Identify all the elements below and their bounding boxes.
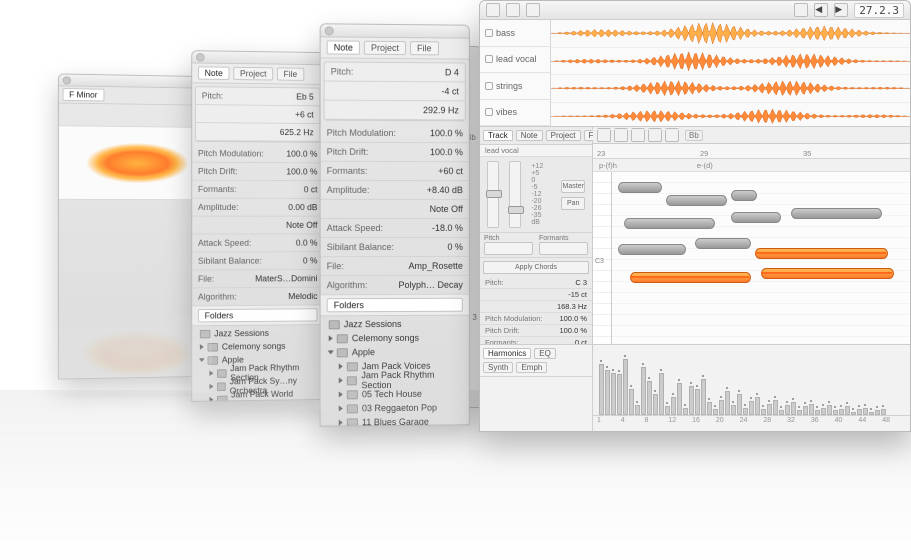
loop-icon[interactable] [794, 3, 808, 17]
tab-file[interactable]: File [410, 41, 438, 55]
note-blob[interactable] [624, 218, 715, 229]
amp-value[interactable]: +8.40 dB [415, 185, 463, 195]
timecode[interactable]: 27.2.3 [854, 3, 904, 18]
select-tool-icon[interactable] [614, 128, 628, 142]
freq-value[interactable]: 292.9 Hz [411, 105, 459, 115]
inspector-tabs: Note Project File [192, 63, 323, 84]
toolmode-icon[interactable] [506, 3, 520, 17]
formants-knob[interactable] [539, 242, 588, 255]
track-bass[interactable]: bass [480, 20, 550, 47]
pitch-knob[interactable] [484, 242, 533, 255]
tab-project[interactable]: Project [364, 41, 406, 55]
tab-track[interactable]: Track [483, 130, 513, 141]
db-scale: +12+50-5-12-20-26-35 dB [531, 161, 551, 228]
inspector-row[interactable]: Pitch:C 3 [480, 277, 592, 289]
tab-project[interactable]: Project [233, 67, 273, 81]
selected-track-label: lead vocal [485, 146, 519, 155]
noteoff-toggle[interactable]: Note Off [415, 204, 463, 214]
pitch-value[interactable]: Eb 5 [268, 92, 313, 102]
note-blob[interactable] [755, 248, 888, 259]
snap-icon[interactable] [526, 3, 540, 17]
track-strings[interactable]: strings [480, 73, 550, 100]
note-blob[interactable] [695, 238, 751, 249]
volume-fader-1[interactable] [487, 161, 499, 228]
cut-tool-icon[interactable] [648, 128, 662, 142]
formants-value[interactable]: +60 ct [415, 166, 463, 176]
tab-note[interactable]: Note [198, 66, 230, 80]
pdrift-value[interactable]: 100.0 % [415, 147, 463, 157]
sibilant-value[interactable]: 0 % [415, 242, 463, 252]
key-display-bb[interactable]: Bb [685, 130, 703, 141]
note-blob[interactable] [618, 244, 686, 255]
play-icon[interactable]: ▶ [834, 3, 848, 17]
lyric-2: e-(d) [697, 161, 713, 170]
freq-value[interactable]: 625.2 Hz [268, 127, 313, 137]
file-name: Amp_Rosette [408, 261, 462, 271]
note-blob[interactable] [666, 195, 728, 206]
note-blob[interactable] [731, 190, 757, 201]
pitch-tool-icon[interactable] [631, 128, 645, 142]
pan-button[interactable]: Pan [561, 197, 584, 210]
cents-value[interactable]: +6 ct [268, 110, 313, 120]
rewind-icon[interactable]: ◀ [814, 3, 828, 17]
pmod-value[interactable]: 100.0 % [415, 128, 463, 138]
key-selector[interactable]: F Minor [63, 88, 104, 101]
main-toolbar: ◀ ▶ 27.2.3 [480, 1, 910, 20]
volume-fader-2[interactable] [509, 161, 521, 228]
note-blob[interactable] [618, 182, 662, 193]
note-blob[interactable] [791, 208, 882, 219]
lyric-1: p-(f)h [599, 161, 617, 170]
arrow-tool-icon[interactable] [597, 128, 611, 142]
pitch-label: Pitch: [331, 67, 354, 77]
tab-note[interactable]: Note [516, 130, 543, 141]
apply-chords-button[interactable]: Apply Chords [483, 261, 589, 274]
tab-file[interactable]: File [277, 67, 304, 80]
attack-value[interactable]: -18.0 % [415, 223, 463, 233]
note-blob[interactable] [630, 272, 751, 283]
track-lead-vocal[interactable]: lead vocal [480, 47, 550, 74]
note-blob[interactable] [731, 212, 781, 223]
tab-project[interactable]: Project [546, 130, 581, 141]
zoom-tool-icon[interactable] [665, 128, 679, 142]
menu-icon[interactable] [486, 3, 500, 17]
master-button[interactable]: Master [561, 180, 584, 193]
track-vibes[interactable]: vibes [480, 100, 550, 127]
tracks-overview: bass lead vocal strings vibes [480, 20, 910, 127]
note-blob[interactable] [761, 268, 894, 279]
time-ruler[interactable]: 232935 [593, 144, 910, 159]
pitch-value[interactable]: D 4 [411, 67, 459, 77]
tab-note[interactable]: Note [327, 40, 360, 54]
cents-value[interactable]: -4 ct [411, 86, 459, 96]
